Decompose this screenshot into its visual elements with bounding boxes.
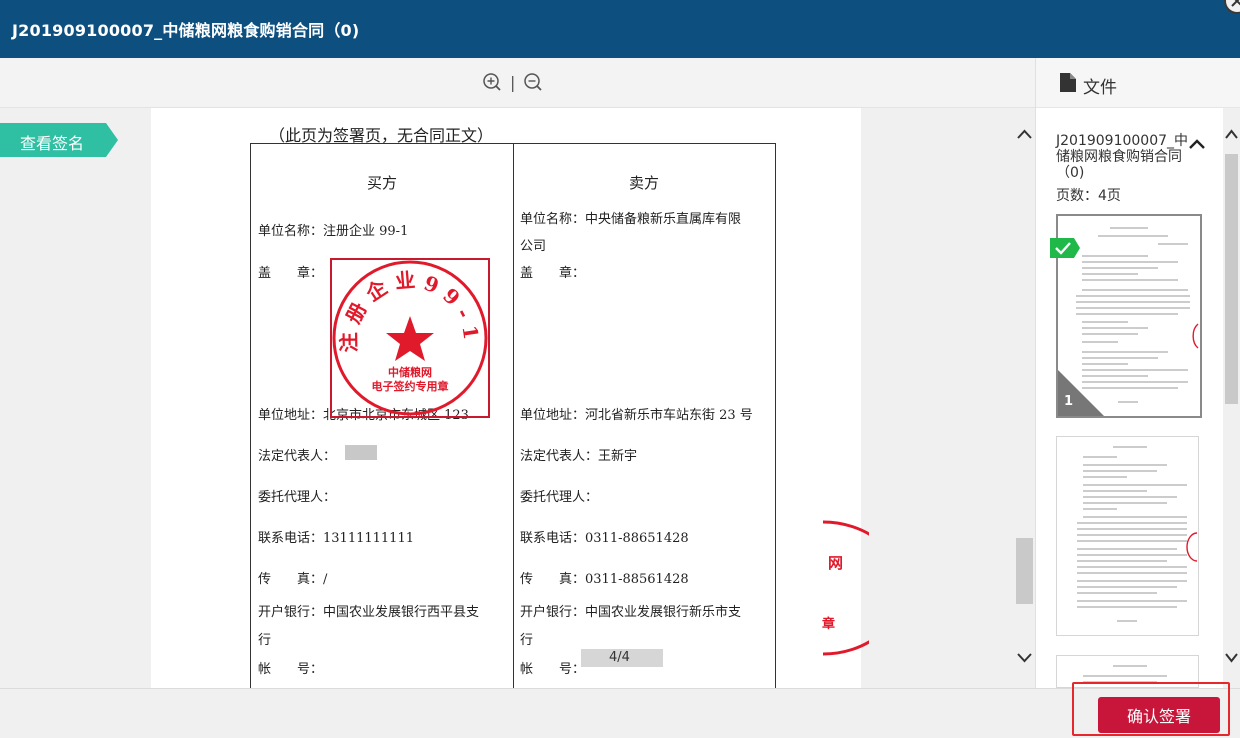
zoom-separator: | xyxy=(510,72,516,92)
thumbnail-lines xyxy=(1077,446,1198,622)
partial-seal-char2: 章 xyxy=(822,616,835,632)
signature-stamp-box[interactable]: 注 册 企 业 9 9 - 1 中储粮网 电子签约专用章 xyxy=(330,258,490,418)
file-icon xyxy=(1060,73,1076,92)
partial-seal: 网 章 xyxy=(822,520,869,656)
seller-fax: 传 真：0311-88561428 xyxy=(520,572,689,587)
seller-name-line1: 单位名称：中央储备粮新乐直属库有限 xyxy=(520,212,742,227)
signature-table: 买方 单位名称：注册企业 99-1 盖 章： 单位地址：北京市北京市东城区 12… xyxy=(250,143,776,689)
buyer-fax: 传 真：/ xyxy=(258,572,328,587)
sidebar-scroll-up-icon[interactable] xyxy=(1224,128,1239,140)
seal-line1: 中储粮网 xyxy=(388,365,432,379)
window-title: J201909100007_中储粮网粮食购销合同（0) xyxy=(12,21,360,40)
buyer-bank-line1: 开户银行：中国农业发展银行西平县支 xyxy=(258,605,480,620)
seller-name-line2: 公司 xyxy=(520,239,547,254)
sidebar-scroll-down-icon[interactable] xyxy=(1224,652,1239,664)
page-indicator-text: 4/4 xyxy=(609,650,630,665)
scroll-up-icon[interactable] xyxy=(1016,128,1033,140)
zoom-controls: | xyxy=(482,72,543,92)
close-icon xyxy=(1231,0,1240,7)
seller-bank-line2: 行 xyxy=(520,633,534,648)
page-thumbnail-2[interactable] xyxy=(1056,436,1199,636)
confirm-sign-button[interactable]: 确认签署 xyxy=(1098,697,1220,733)
document-page: （此页为签署页，无合同正文） 买方 单位名称：注册企业 99-1 盖 章： 单位… xyxy=(151,108,869,689)
seller-phone: 联系电话：0311-88651428 xyxy=(520,531,689,546)
page-count: 页数：4页 xyxy=(1056,188,1121,204)
scroll-down-icon[interactable] xyxy=(1016,652,1033,664)
buyer-phone: 联系电话：13111111111 xyxy=(258,531,414,546)
buyer-legal-rep: 法定代表人： xyxy=(258,449,337,464)
footer-bar xyxy=(0,688,1240,738)
seller-legal-rep: 法定代表人：王新宇 xyxy=(520,449,638,464)
viewer-toolbar: | xyxy=(0,58,1035,108)
seller-address: 单位地址：河北省新乐市车站东街 23 号 xyxy=(520,408,753,423)
file-sidebar: 文件 J201909100007_中储粮网粮食购销合同（0) 页数：4页 1 xyxy=(1035,58,1240,688)
buyer-bank-line2: 行 xyxy=(258,633,272,648)
sidebar-scrollbar[interactable] xyxy=(1223,108,1240,688)
sidebar-scroll-thumb[interactable] xyxy=(1225,154,1238,404)
page-indicator: 4/4 xyxy=(581,649,663,667)
buyer-agent: 委托代理人： xyxy=(258,490,337,505)
sidebar-doc-title[interactable]: J201909100007_中储粮网粮食购销合同（0) xyxy=(1056,133,1194,181)
title-bar: J201909100007_中储粮网粮食购销合同（0) xyxy=(0,0,1240,58)
seller-account: 帐 号： xyxy=(520,662,586,677)
collapse-icon[interactable] xyxy=(1188,138,1206,150)
close-button[interactable] xyxy=(1224,0,1240,14)
view-signature-label: 查看签名 xyxy=(20,134,85,153)
seller-agent: 委托代理人： xyxy=(520,490,599,505)
sidebar-header: 文件 xyxy=(1036,58,1240,108)
zoom-in-icon[interactable] xyxy=(482,72,502,92)
seller-bank-line1: 开户银行：中国农业发展银行新乐市支 xyxy=(520,605,742,620)
document-area: 查看签名 （此页为签署页，无合同正文） 买方 单位名称：注册企业 99-1 盖 … xyxy=(0,108,1035,689)
seller-seal-label: 盖 章： xyxy=(520,266,586,281)
table-divider xyxy=(513,144,514,689)
document-scrollbar[interactable] xyxy=(1014,108,1035,688)
sidebar-header-label: 文件 xyxy=(1083,78,1117,98)
contract-signing-window: J201909100007_中储粮网粮食购销合同（0) | 查看签名 （此页为签… xyxy=(0,0,1240,738)
buyer-account: 帐 号： xyxy=(258,662,324,677)
buyer-header: 买方 xyxy=(367,174,398,192)
zoom-out-icon[interactable] xyxy=(523,72,543,92)
company-seal: 注 册 企 业 9 9 - 1 中储粮网 电子签约专用章 xyxy=(332,260,488,416)
buyer-seal-label: 盖 章： xyxy=(258,266,324,281)
redacted-name xyxy=(345,445,377,460)
seal-line2: 电子签约专用章 xyxy=(372,379,449,393)
seller-header: 卖方 xyxy=(629,174,660,192)
thumbnail-number: 1 xyxy=(1064,394,1074,409)
page-thumbnail-1[interactable]: 1 xyxy=(1050,214,1202,418)
checkmark-icon xyxy=(1050,238,1080,258)
partial-seal-char1: 网 xyxy=(828,554,843,572)
view-signature-tag[interactable]: 查看签名 xyxy=(0,123,118,157)
document-scroll-thumb[interactable] xyxy=(1016,538,1033,604)
buyer-name: 单位名称：注册企业 99-1 xyxy=(258,224,409,239)
